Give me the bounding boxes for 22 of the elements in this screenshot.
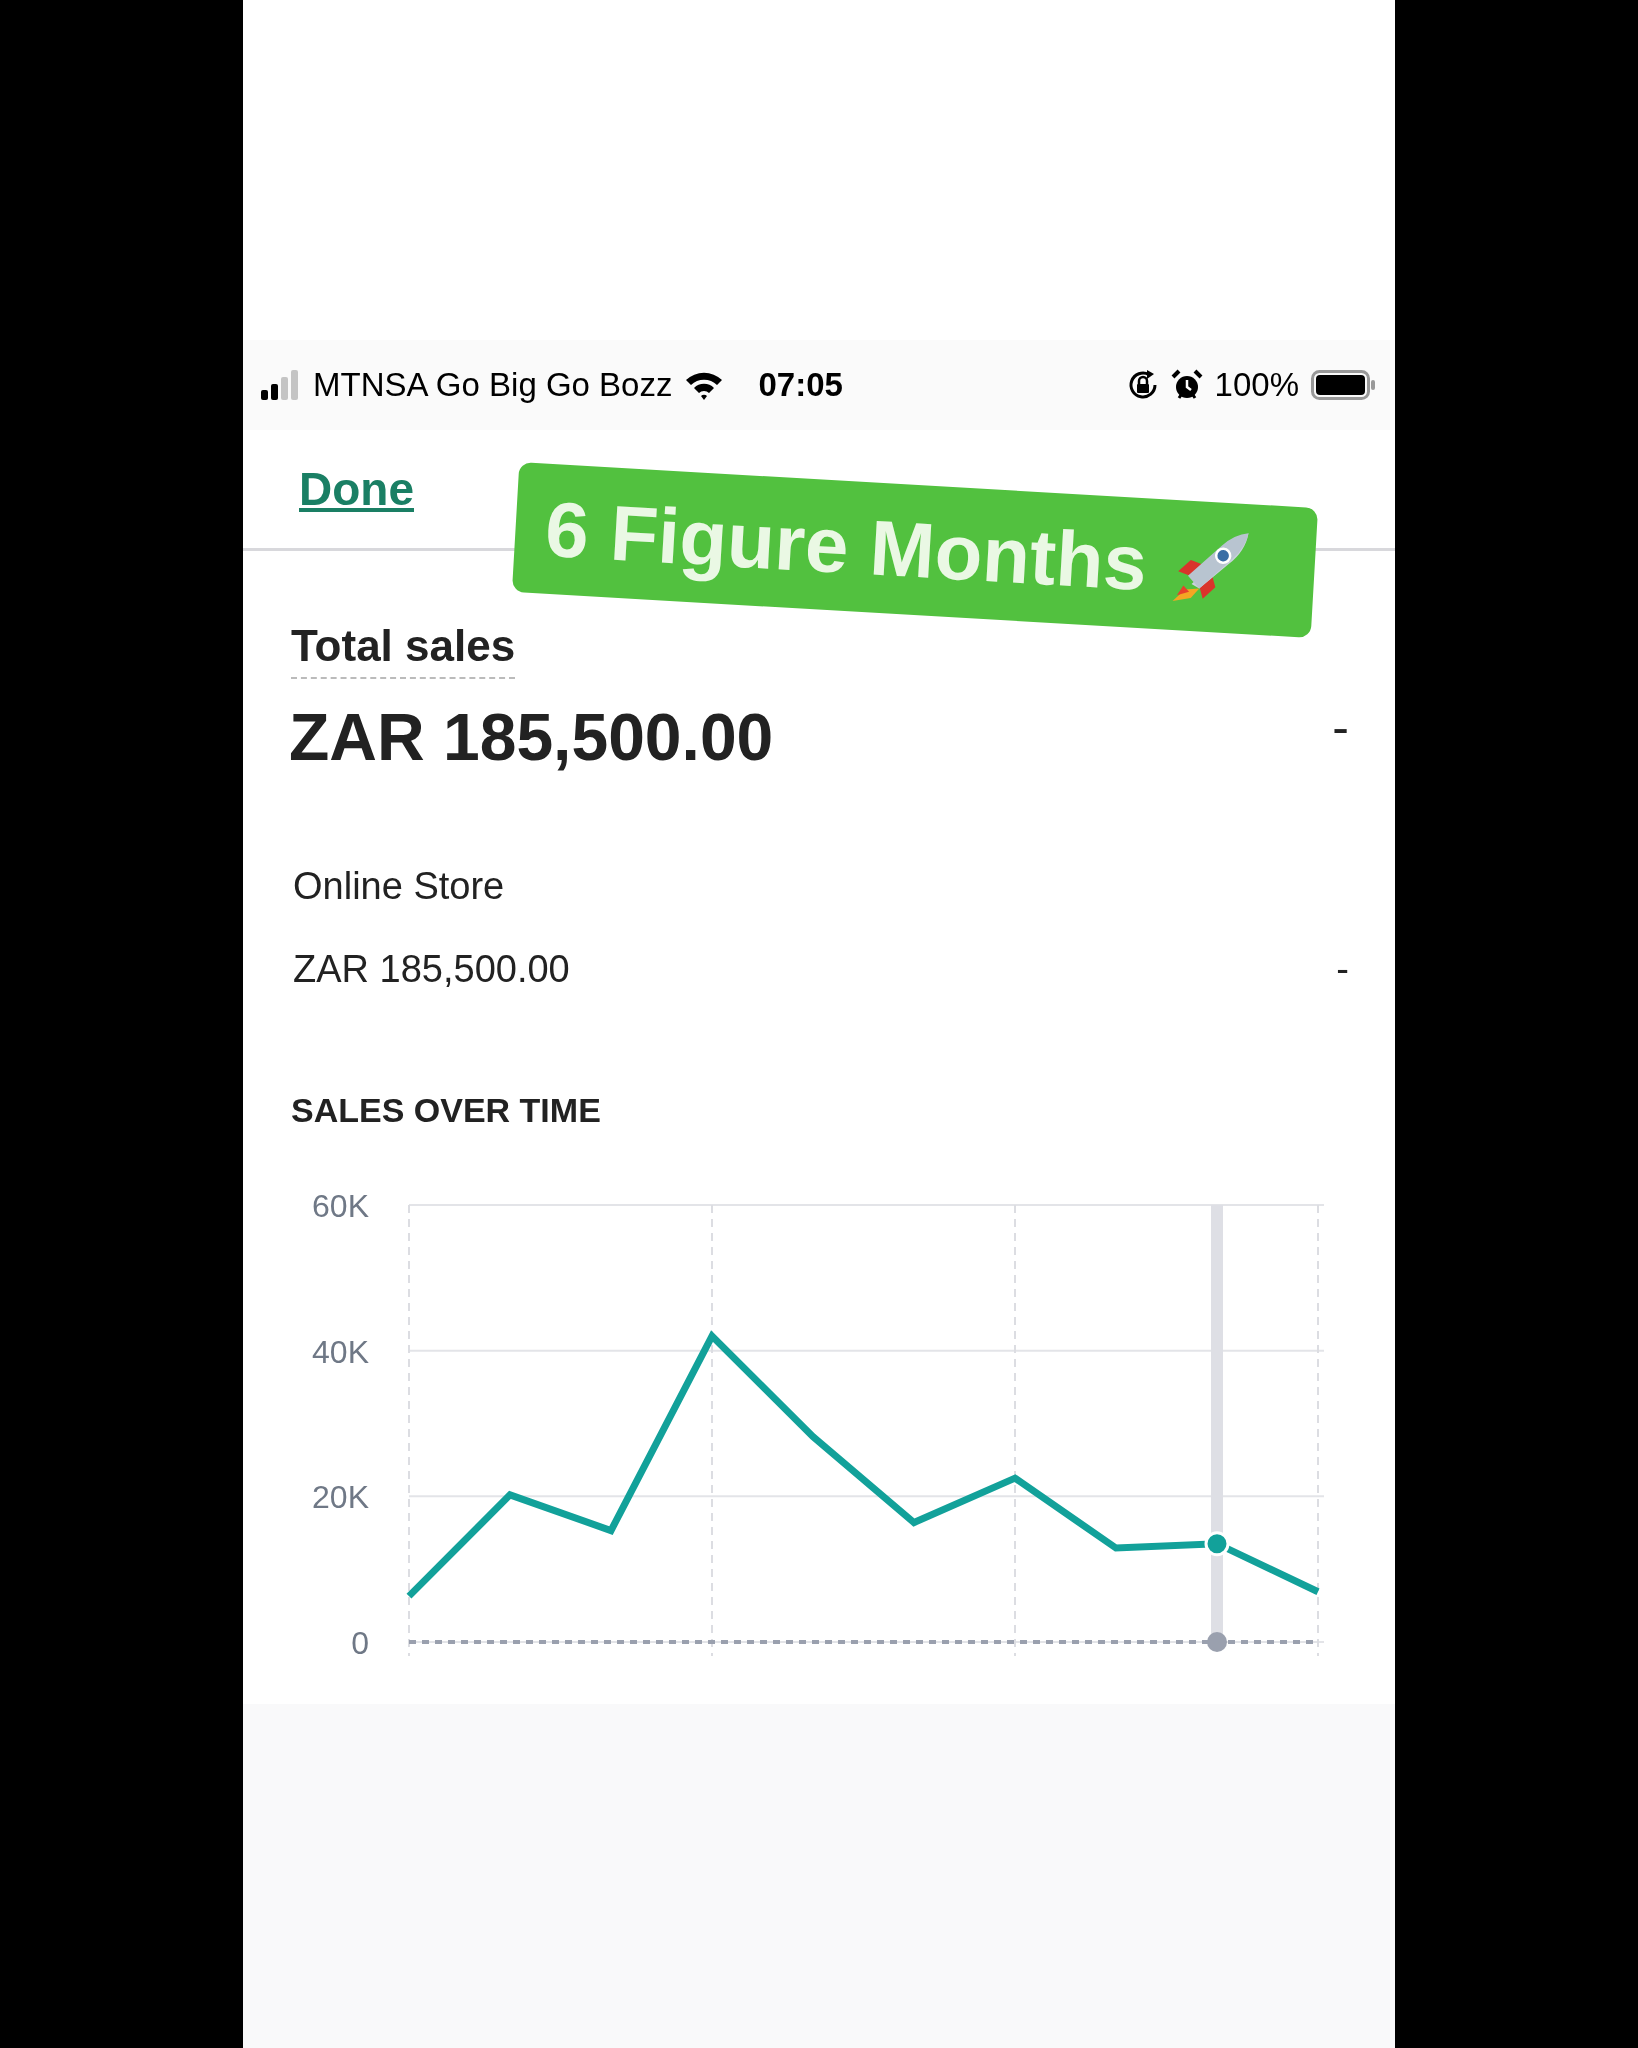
channel-name: Online Store — [293, 865, 506, 908]
channel-value: ZAR 185,500.00 — [293, 948, 570, 991]
carrier-name: MTNSA Go Big Go Bozz — [313, 366, 673, 404]
clock-time: 07:05 — [758, 366, 843, 404]
axis-label: 60K — [312, 1188, 369, 1224]
done-button[interactable]: Done — [299, 462, 414, 516]
axis-label: 0 — [351, 1625, 369, 1661]
change-value: - — [1332, 698, 1349, 756]
alarm-icon — [1170, 369, 1203, 401]
battery-icon — [1311, 370, 1375, 400]
rotation-lock-icon — [1126, 369, 1159, 401]
axis-label: 40K — [312, 1333, 369, 1370]
axis-label: 20K — [312, 1479, 369, 1516]
battery-percent: 100% — [1214, 366, 1299, 404]
change-value: - — [1336, 948, 1349, 991]
sticker-text: 6 Figure Months — [543, 483, 1150, 609]
total-sales-label: Total sales — [291, 621, 516, 679]
total-sales-value: ZAR 185,500.00 — [289, 699, 774, 775]
section-title: SALES OVER TIME — [291, 1091, 602, 1130]
wifi-icon — [684, 370, 725, 400]
data-point — [1204, 1531, 1230, 1557]
signal-icon — [261, 370, 301, 400]
